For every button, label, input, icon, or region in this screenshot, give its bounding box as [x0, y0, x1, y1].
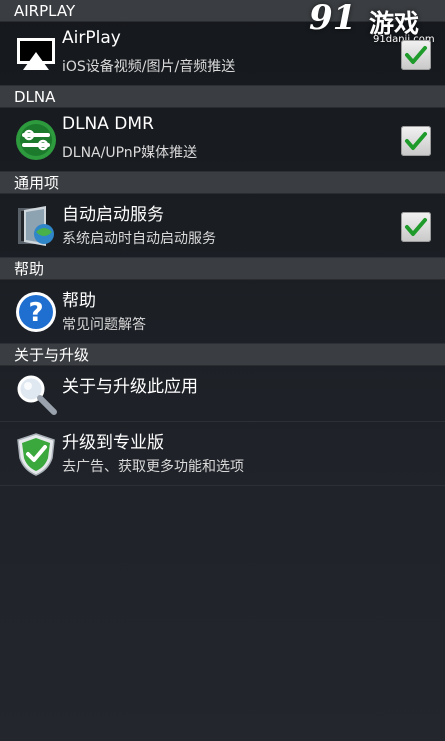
setting-row-about[interactable]: 关于与升级此应用 [0, 366, 445, 422]
shield-check-icon [14, 432, 58, 476]
question-icon: ? [14, 290, 58, 334]
section-header-general: 通用项 [0, 172, 445, 194]
section-header-about: 关于与升级 [0, 344, 445, 366]
setting-subtitle: 系统启动时自动启动服务 [62, 231, 216, 247]
checkmark-icon [405, 218, 427, 236]
setting-title: DLNA DMR [62, 114, 154, 134]
svg-text:?: ? [28, 298, 43, 328]
setting-row-autostart[interactable]: 自动启动服务 系统启动时自动启动服务 [0, 194, 445, 258]
setting-title: 自动启动服务 [62, 205, 164, 225]
setting-subtitle: 去广告、获取更多功能和选项 [62, 459, 244, 475]
setting-subtitle: DLNA/UPnP媒体推送 [62, 145, 198, 161]
autostart-icon [14, 204, 58, 248]
section-header-dlna: DLNA [0, 86, 445, 108]
setting-title: 升级到专业版 [62, 433, 164, 453]
airplay-checkbox[interactable] [401, 40, 431, 70]
checkmark-icon [405, 46, 427, 64]
setting-subtitle: iOS设备视频/图片/音频推送 [62, 59, 236, 75]
checkmark-icon [405, 132, 427, 150]
setting-row-airplay[interactable]: AirPlay iOS设备视频/图片/音频推送 [0, 22, 445, 86]
setting-subtitle: 常见问题解答 [62, 317, 146, 333]
setting-title: 帮助 [62, 291, 96, 311]
autostart-checkbox[interactable] [401, 212, 431, 242]
settings-screen: 91 游戏 91danji.com AIRPLAY AirPlay iOS设备视… [0, 0, 445, 741]
airplay-icon [14, 32, 58, 76]
setting-row-upgrade[interactable]: 升级到专业版 去广告、获取更多功能和选项 [0, 422, 445, 486]
section-header-help: 帮助 [0, 258, 445, 280]
setting-title: AirPlay [62, 28, 121, 48]
magnifier-icon [14, 372, 58, 416]
setting-row-dlna[interactable]: DLNA DMR DLNA/UPnP媒体推送 [0, 108, 445, 172]
setting-row-help[interactable]: ? 帮助 常见问题解答 [0, 280, 445, 344]
dlna-checkbox[interactable] [401, 126, 431, 156]
setting-title: 关于与升级此应用 [62, 377, 198, 397]
dlna-icon [14, 118, 58, 162]
